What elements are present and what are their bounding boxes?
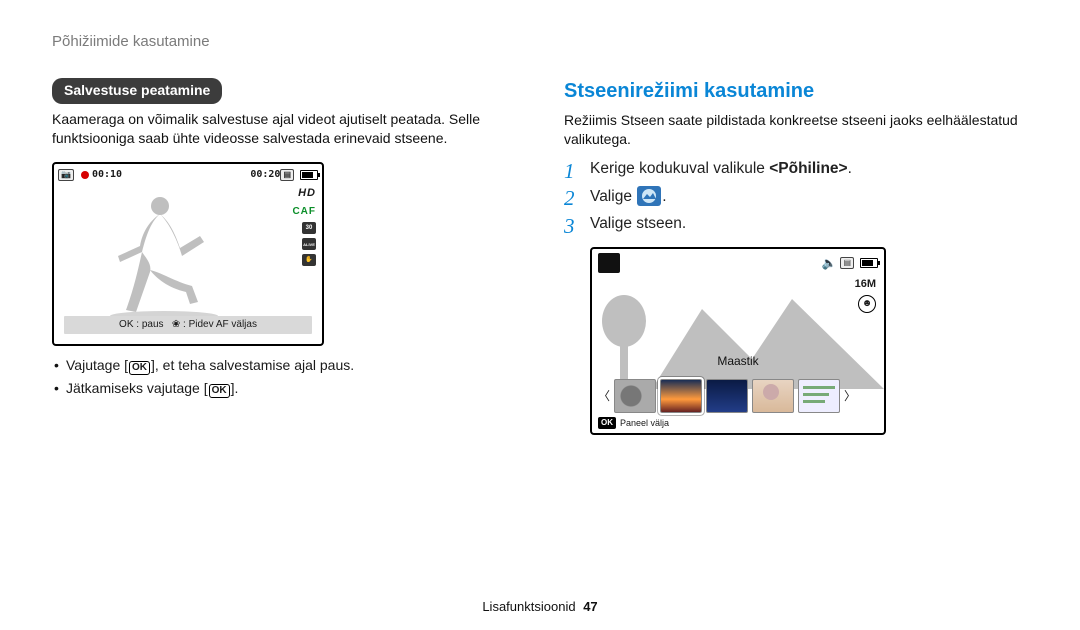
recording-topbar: 📷 00:10 00:20 ▤ xyxy=(54,164,322,182)
flower-icon: ❀ xyxy=(172,319,180,330)
elapsed-time: 00:10 xyxy=(92,168,122,182)
page-number: 47 xyxy=(583,599,597,614)
hd-badge: HD xyxy=(298,186,316,201)
running-header: Põhižiimide kasutamine xyxy=(52,32,1028,52)
hint-ok-part: OK : paus xyxy=(119,319,163,330)
manual-page: Põhižiimide kasutamine Salvestuse peatam… xyxy=(0,0,1080,630)
right-intro: Režiimis Stseen saate pildistada konkree… xyxy=(564,111,1028,149)
stabilization-icon: ✋ xyxy=(302,254,316,266)
recording-screen-illustration: 📷 00:10 00:20 ▤ HD CAF 30 ALIVE ✋ xyxy=(52,162,324,346)
recording-side-icons: HD CAF 30 ALIVE ✋ xyxy=(292,186,316,266)
step-2: Valige . xyxy=(564,186,1028,208)
ok-key-icon: OK xyxy=(209,384,230,398)
scene-thumb[interactable] xyxy=(752,379,794,413)
step-3: Valige stseen. xyxy=(564,214,1028,235)
bullet-resume: Jätkamiseks vajutage [OK]. xyxy=(54,379,516,398)
total-time: 00:20 xyxy=(250,168,280,182)
memory-card-icon: ▤ xyxy=(280,169,294,181)
ok-key-icon: OK xyxy=(129,361,150,375)
left-column: Salvestuse peatamine Kaameraga on võimal… xyxy=(52,78,516,435)
left-bullet-list: Vajutage [OK], et teha salvestamise ajal… xyxy=(54,356,516,398)
scene-thumb[interactable] xyxy=(798,379,840,413)
memory-card-icon: ▤ xyxy=(840,257,854,269)
camera-mode-icon: 📷 xyxy=(58,169,74,181)
landscape-art-icon xyxy=(592,269,884,389)
battery-icon xyxy=(300,170,318,180)
battery-icon xyxy=(860,258,878,268)
recording-hint-strip: OK : paus ❀ : Pidev AF väljas xyxy=(64,316,312,334)
panel-hint-text: Paneel välja xyxy=(620,417,669,429)
hint-af-part: : Pidev AF väljas xyxy=(183,319,257,330)
scene-mode-steps: Kerige kodukuval valikule <Põhiline>. Va… xyxy=(564,159,1028,235)
step-1: Kerige kodukuval valikule <Põhiline>. xyxy=(564,159,1028,180)
alive-icon: ALIVE xyxy=(302,238,316,250)
footer-section: Lisafunktsioonid xyxy=(482,599,575,614)
bullet-pause: Vajutage [OK], et teha salvestamise ajal… xyxy=(54,356,516,375)
prev-scene-arrow-icon[interactable]: 〈 xyxy=(598,381,610,411)
scene-thumbnails-row: 〈 〉 xyxy=(598,379,878,413)
right-column: Stseenirežiimi kasutamine Režiimis Stsee… xyxy=(564,78,1028,435)
scene-thumb[interactable] xyxy=(614,379,656,413)
record-indicator-icon xyxy=(81,171,89,179)
left-paragraph: Kaameraga on võimalik salvestuse ajal vi… xyxy=(52,110,516,148)
fps-icon: 30 xyxy=(302,222,316,234)
ok-badge-icon: OK xyxy=(598,417,616,429)
section-pill: Salvestuse peatamine xyxy=(52,78,222,104)
scene-mode-heading: Stseenirežiimi kasutamine xyxy=(564,78,1028,105)
scene-mode-icon xyxy=(637,186,661,206)
caf-label: CAF xyxy=(292,205,316,219)
page-footer: Lisafunktsioonid 47 xyxy=(0,598,1080,616)
scene-selection-illustration: 🔈 ▤ 16M ☻ Maastik 〈 xyxy=(590,247,886,435)
two-column-layout: Salvestuse peatamine Kaameraga on võimal… xyxy=(52,78,1028,435)
next-scene-arrow-icon[interactable]: 〉 xyxy=(844,381,856,411)
scene-thumb[interactable] xyxy=(706,379,748,413)
scene-bottom-hint: OK Paneel välja xyxy=(598,417,669,429)
dancer-silhouette-icon xyxy=(90,192,230,322)
step1-bold: <Põhiline> xyxy=(769,160,847,177)
scene-thumb-selected[interactable] xyxy=(660,379,702,413)
selected-scene-name: Maastik xyxy=(592,353,884,369)
